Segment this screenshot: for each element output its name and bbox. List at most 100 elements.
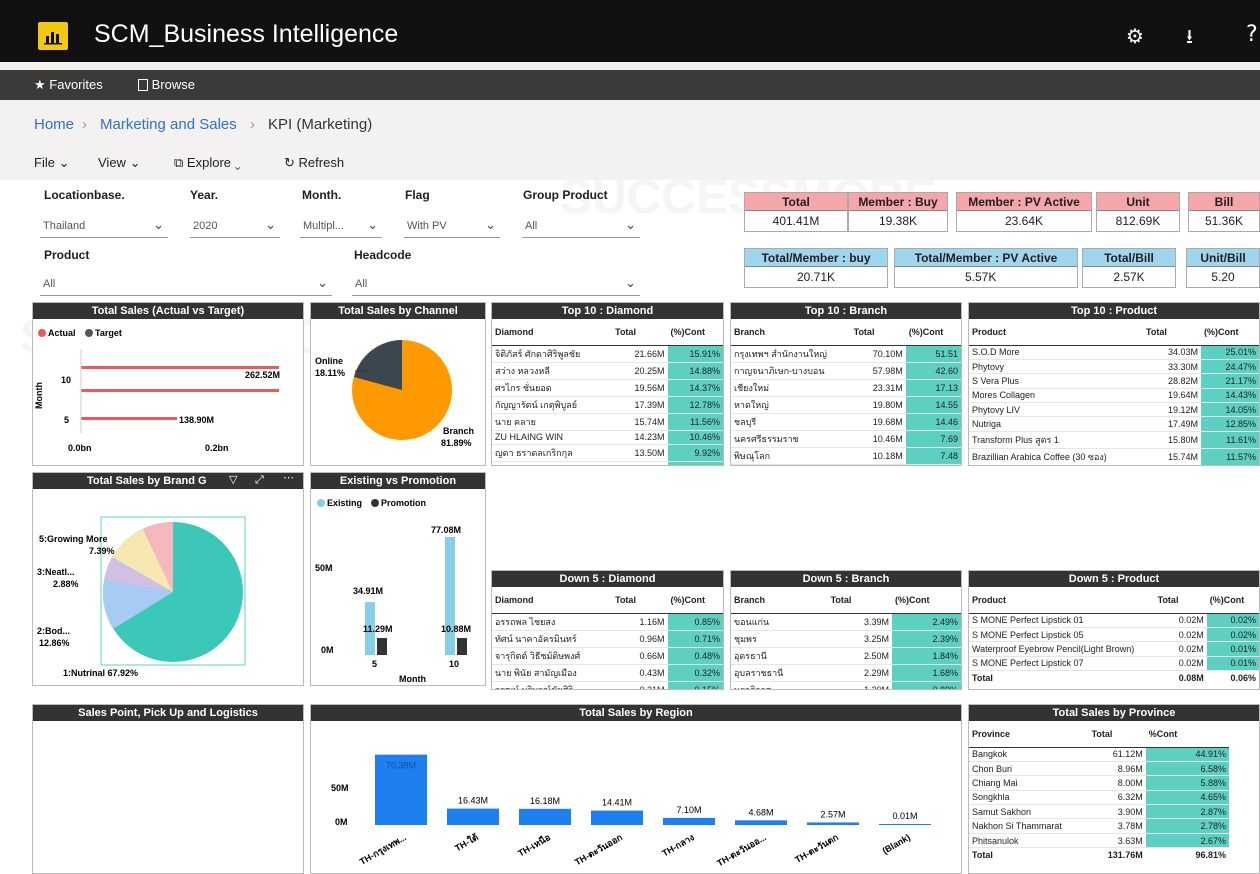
browse-button[interactable]: Browse: [138, 77, 195, 92]
table-row[interactable]: อุบลราชธานี 2.29M 1.68%: [731, 664, 961, 682]
refresh-button[interactable]: ↻ Refresh: [284, 155, 344, 171]
column-header[interactable]: (%)Cont: [1201, 319, 1259, 346]
table-row[interactable]: Transform Plus สูตร 1 15.80M 11.61%: [969, 431, 1259, 449]
column-header[interactable]: Total: [827, 587, 892, 614]
existing-promotion-panel[interactable]: Existing vs Promotion Existing Promotion…: [310, 472, 486, 686]
help-icon[interactable]: ?: [1246, 22, 1258, 47]
file-menu[interactable]: File ⌄: [34, 155, 69, 171]
table-row[interactable]: ยาสีฟัน Benfite13.55M9.96%: [969, 465, 1259, 466]
table-row[interactable]: วรุฒน์ บริบูรณ์ขัยศิริ 0.21M 0.15%: [492, 681, 723, 689]
column-header[interactable]: Province: [969, 721, 1089, 748]
region-bar[interactable]: [519, 808, 571, 825]
top-product-panel[interactable]: Top 10 : Product Product Total (%)Cont S.O.…: [968, 302, 1260, 466]
table-row[interactable]: ทัศน์ นาคาอัครมินทร์ 0.96M 0.71%: [492, 630, 723, 648]
table-row[interactable]: Brazillian Arabica Coffee (30 ซอง) 15.74M…: [969, 448, 1259, 465]
table-row[interactable]: จารุกิตต์ วิธีชม้ดิษพงศ์ 0.66M 0.48%: [492, 647, 723, 665]
flag-dropdown[interactable]: With PV ⌄: [404, 216, 500, 238]
table-row[interactable]: Nutriga 17.49M 12.85%: [969, 416, 1259, 432]
region-bar[interactable]: [735, 820, 787, 825]
column-header[interactable]: Diamond: [492, 319, 613, 346]
table-row[interactable]: Mores Collagen 19.64M 14.43%: [969, 388, 1259, 404]
table-row[interactable]: Waterproof Eyebrow Pencil(Light Brown) 0.…: [969, 641, 1259, 657]
column-header[interactable]: (%)Cont: [1206, 587, 1259, 614]
region-bar[interactable]: [879, 824, 931, 825]
product-dropdown[interactable]: All ⌄: [40, 274, 332, 296]
group-product-dropdown[interactable]: All ⌄: [522, 216, 640, 238]
table-row[interactable]: สว่าง หลวงหลี 20.25M 14.88%: [492, 362, 723, 380]
region-bar[interactable]: [591, 810, 643, 825]
table-row[interactable]: อรรถพล ไชยสง 1.16M 0.85%: [492, 613, 723, 631]
table-row[interactable]: ศักดณ ค่ายสงคราม12.00M8.82%: [492, 461, 723, 465]
table-row[interactable]: ญดา ธราดลเกริกกุล 13.50M 9.92%: [492, 444, 723, 462]
table-row[interactable]: นาย พินัย สามัญเมือง 0.43M 0.32%: [492, 664, 723, 682]
table-row[interactable]: Phytovy LIV 19.12M 14.05%: [969, 402, 1259, 418]
table-row[interactable]: เชียงใหม่ 23.31M 17.13: [731, 379, 961, 397]
breadcrumb-section[interactable]: Marketing and Sales: [100, 116, 237, 133]
by-brand-panel[interactable]: Total Sales by Brand G ▽ ⤢ ⋯ 5:Growing M…: [32, 472, 304, 686]
table-row[interactable]: S MONE Perfect Lipstick 05 0.02M 0.02%: [969, 627, 1259, 643]
by-province-panel[interactable]: Total Sales by Province Province Total %Co…: [968, 704, 1260, 874]
settings-gear-icon[interactable]: ⚙: [1126, 24, 1144, 48]
table-row[interactable]: ขอนแก่น 3.39M 2.49%: [731, 613, 961, 631]
by-channel-panel[interactable]: Total Sales by Channel Online 18.11% Bra…: [310, 302, 486, 466]
region-bar[interactable]: [807, 822, 859, 825]
table-row[interactable]: นครศรีธรรมราช 10.46M 7.69: [731, 430, 961, 448]
column-header[interactable]: Total: [1088, 721, 1146, 748]
table-row[interactable]: Samut Sakhon 3.90M 2.87%: [969, 804, 1229, 820]
down-branch-panel[interactable]: Down 5 : Branch Branch Total (%)Cont ขอนแก่…: [730, 570, 962, 690]
filter-icon[interactable]: ▽: [229, 473, 237, 486]
explore-menu[interactable]: ⧉ Explore ⌄: [174, 155, 241, 171]
column-header[interactable]: Total: [612, 587, 668, 614]
powerbi-logo-icon[interactable]: [38, 22, 68, 50]
table-row[interactable]: กรุงเทพฯ สำนักงานใหญ่ 70.10M 51.51: [731, 345, 961, 363]
table-row[interactable]: S MONE Perfect Lipstick 01 0.02M 0.02%: [969, 613, 1259, 628]
favorites-button[interactable]: ★ Favorites: [34, 77, 103, 93]
table-row[interactable]: Phytovy 33.30M 24.47%: [969, 359, 1259, 375]
table-row[interactable]: จิติภัสร์ ศักดาศิริพูลชัย 21.66M 15.91%: [492, 345, 723, 363]
column-header[interactable]: (%)Cont: [891, 587, 961, 614]
table-row[interactable]: นราธิวาส 1.20M 0.89%: [731, 681, 961, 689]
top-branch-panel[interactable]: Top 10 : Branch Branch Total (%)Cont กรุงเท…: [730, 302, 962, 466]
table-row[interactable]: กาญจนาภิเษก-บางบอน 57.98M 42.60: [731, 362, 961, 380]
region-bar[interactable]: [447, 808, 499, 825]
column-header[interactable]: (%)Cont: [905, 319, 961, 346]
more-options-icon[interactable]: ⋯: [283, 473, 294, 484]
table-row[interactable]: สมุทรสาคร(มหาชัย)9.99M7.34: [731, 464, 961, 465]
column-header[interactable]: (%)Cont: [667, 319, 723, 346]
actual-vs-target-panel[interactable]: Total Sales (Actual vs Target) Actual Ta…: [32, 302, 304, 466]
table-row[interactable]: ศรไกร ชั่นยอด 19.56M 14.37%: [492, 379, 723, 397]
table-row[interactable]: S.O.D More 34.03M 25.01%: [969, 345, 1259, 360]
table-row[interactable]: Songkhla 6.32M 4.65%: [969, 790, 1229, 806]
year-dropdown[interactable]: 2020 ⌄: [190, 216, 280, 238]
locationbase-dropdown[interactable]: Thailand ⌄: [40, 216, 168, 238]
table-row[interactable]: ZU HLAING WIN 14.23M 10.46%: [492, 430, 723, 445]
column-header[interactable]: Total: [850, 319, 906, 346]
column-header[interactable]: Branch: [731, 587, 828, 614]
table-row[interactable]: S Vera Plus 28.82M 21.17%: [969, 373, 1259, 389]
column-header[interactable]: Total: [612, 319, 668, 346]
sales-point-panel[interactable]: Sales Point, Pick Up and Logistics: [32, 704, 304, 874]
table-row[interactable]: ชลบุรี 19.68M 14.46: [731, 413, 961, 431]
column-header[interactable]: Product: [969, 319, 1143, 346]
column-header[interactable]: Product: [969, 587, 1155, 614]
column-header[interactable]: %Cont: [1145, 721, 1229, 748]
column-header[interactable]: Branch: [731, 319, 851, 346]
column-header[interactable]: (%)Cont: [667, 587, 723, 614]
breadcrumb-home[interactable]: Home: [34, 116, 74, 133]
region-bar[interactable]: [663, 817, 715, 825]
table-row[interactable]: Phitsanulok 3.63M 2.67%: [969, 833, 1229, 849]
table-row[interactable]: Bangkok 61.12M 44.91%: [969, 747, 1229, 762]
top-diamond-panel[interactable]: Top 10 : Diamond Diamond Total (%)Cont จิติ…: [491, 302, 724, 466]
headcode-dropdown[interactable]: All ⌄: [352, 274, 640, 296]
view-menu[interactable]: View ⌄: [98, 155, 140, 171]
table-row[interactable]: Chon Buri 8.96M 6.58%: [969, 761, 1229, 777]
table-row[interactable]: ชุมพร 3.25M 2.39%: [731, 630, 961, 648]
table-row[interactable]: Nakhon Si Thammarat 3.78M 2.78%: [969, 818, 1229, 834]
table-row[interactable]: อุดรธานี 2.50M 1.84%: [731, 647, 961, 665]
table-row[interactable]: S MONE Perfect Lipstick 07 0.02M 0.01%: [969, 656, 1259, 672]
down-diamond-panel[interactable]: Down 5 : Diamond Diamond Total (%)Cont อรรถ…: [491, 570, 724, 690]
month-dropdown[interactable]: Multipl... ⌄: [300, 216, 382, 238]
table-row[interactable]: นาย คลาย 15.74M 11.56%: [492, 413, 723, 431]
download-icon[interactable]: ⭳: [1186, 22, 1193, 56]
down-product-panel[interactable]: Down 5 : Product Product Total (%)Cont S MO…: [968, 570, 1260, 690]
